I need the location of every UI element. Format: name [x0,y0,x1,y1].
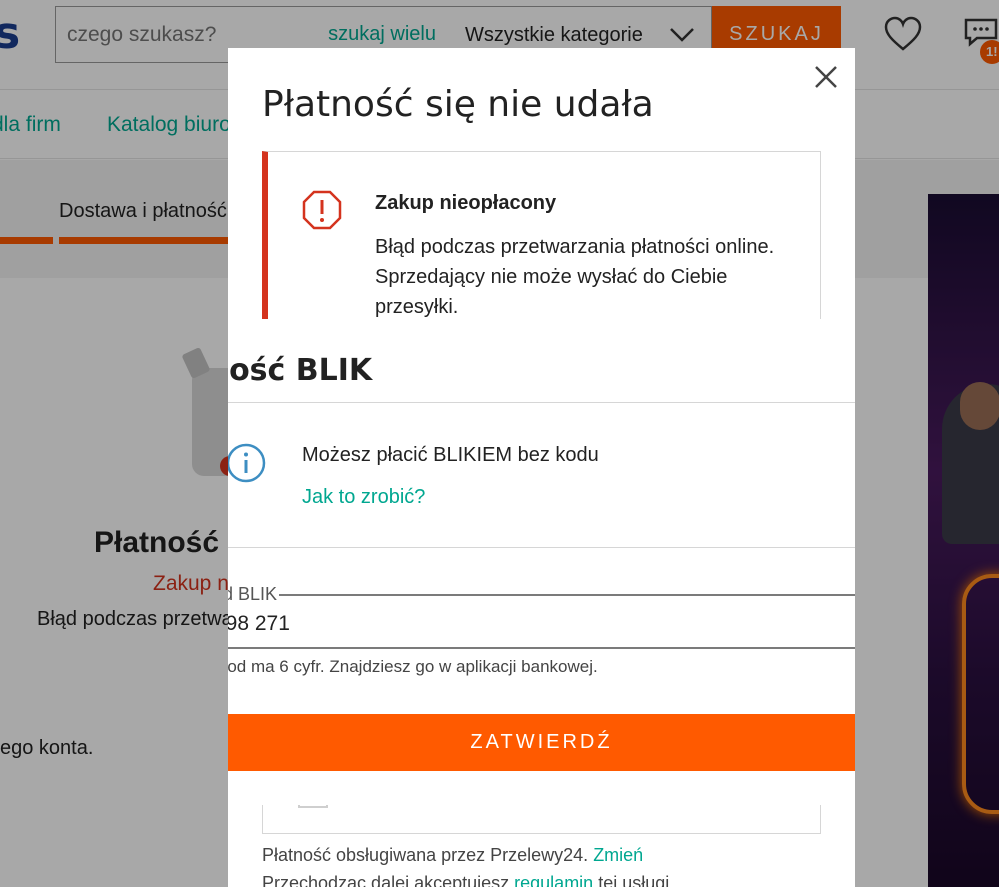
close-icon[interactable] [814,65,838,89]
modal-title: Płatność się nie udała [262,84,654,125]
blik-howto-link[interactable]: Jak to zrobić? [302,486,425,509]
blik-code-input[interactable] [228,594,855,649]
confirm-button[interactable]: ZATWIERDŹ [228,714,855,771]
blik-code-value[interactable]: 898 271 [228,612,290,636]
blik-payment-sheet: Płatność BLIK Możesz płacić BLIKIEM bez … [228,319,855,805]
divider [228,402,855,403]
divider [228,547,855,548]
provider-label: Płatność obsługiwana przez Przelewy24. [262,845,589,865]
info-icon [228,443,266,483]
blik-code-hint: Kod ma 6 cyfr. Znajdziesz go w aplikacji… [228,657,598,676]
alert-title: Zakup nieopłacony [375,192,557,214]
blik-code-label: Kod BLIK [228,584,280,605]
terms-suffix: tej usługi [598,873,670,887]
blik-info-text: Możesz płacić BLIKIEM bez kodu [302,444,599,466]
terms-link[interactable]: regulamin [514,873,593,887]
alert-text: Błąd podczas przetwarzania płatności onl… [375,236,775,318]
provider-change-link[interactable]: Zmień [593,845,643,865]
warning-octagon-icon [302,190,342,230]
blik-title: Płatność BLIK [228,353,373,388]
terms-text: Przechodząc dalej akceptujesz regulamin … [262,873,669,887]
terms-label: Przechodząc dalej akceptujesz [262,873,510,887]
provider-text: Płatność obsługiwana przez Przelewy24. Z… [262,845,643,866]
